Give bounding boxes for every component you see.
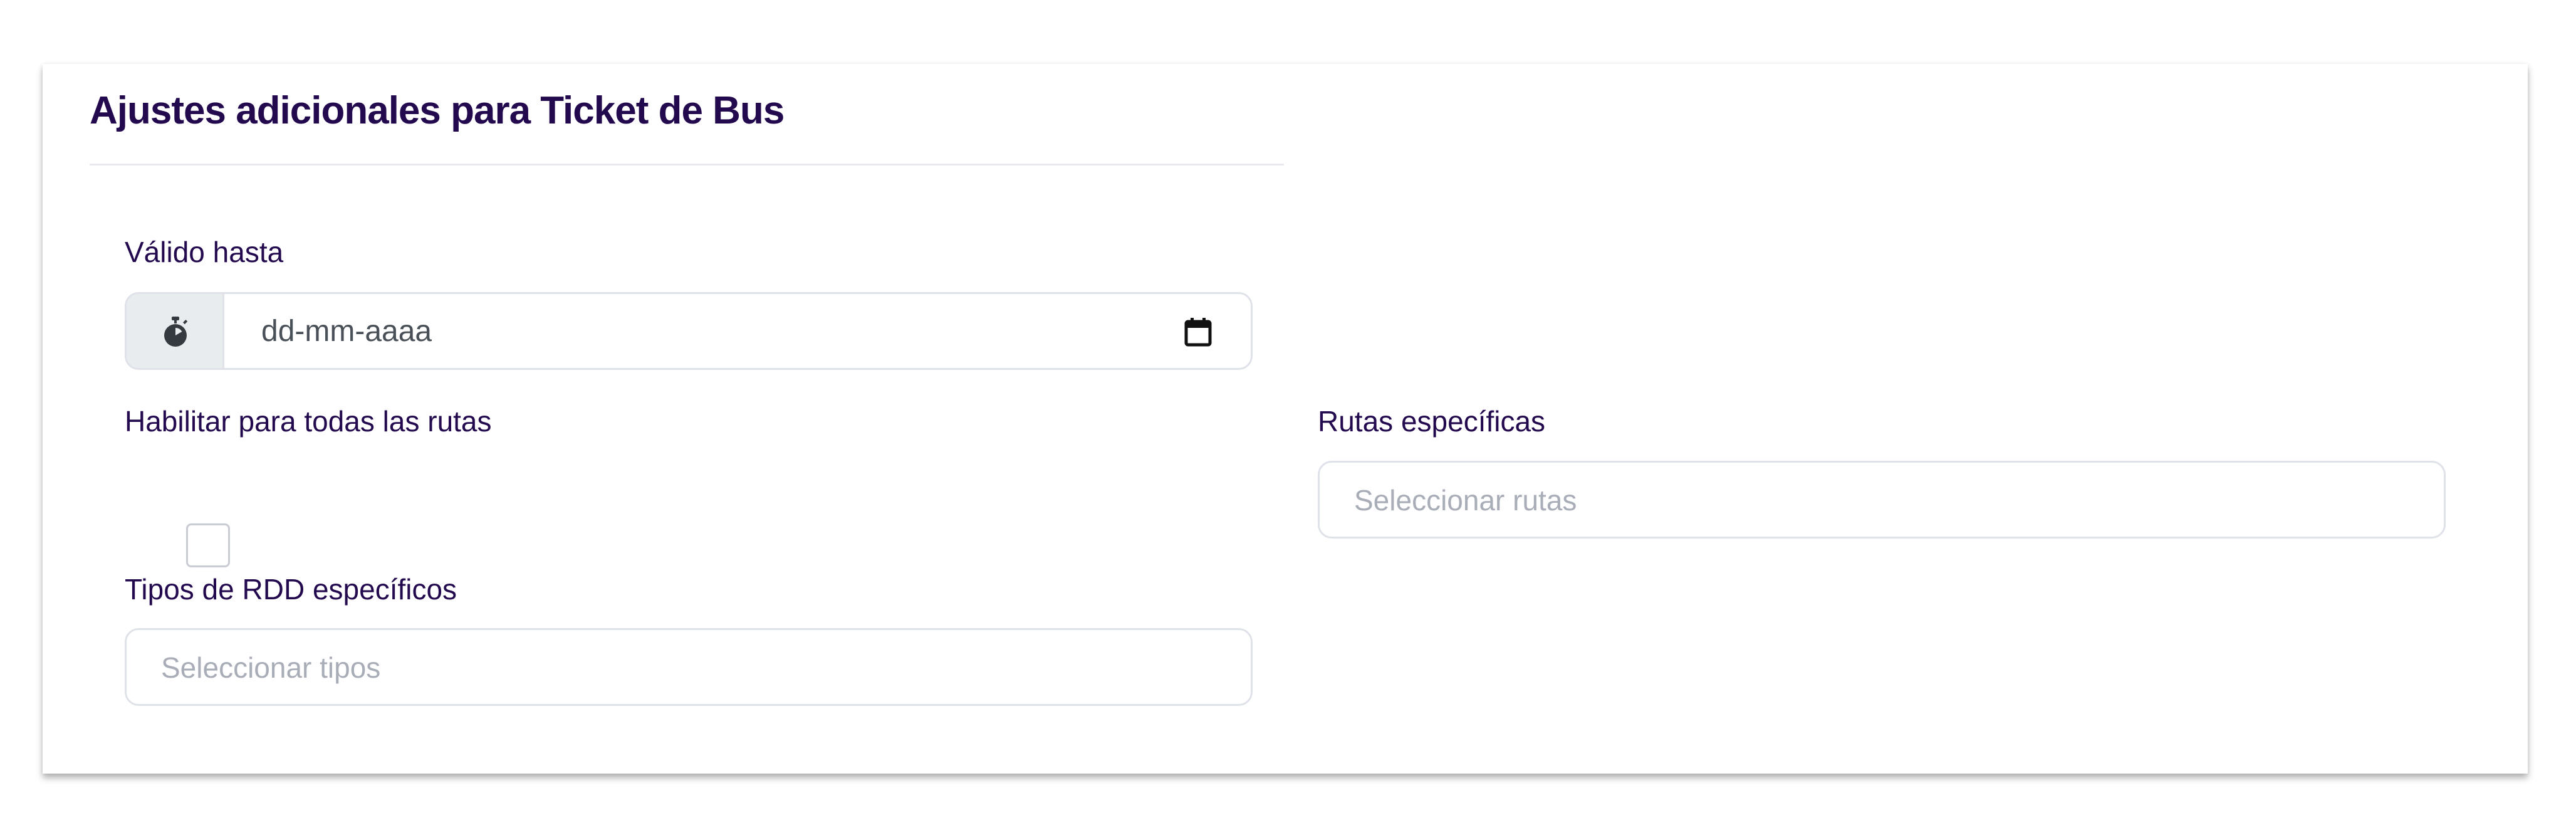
rdd-types-select[interactable]: Seleccionar tipos [125, 628, 1253, 706]
date-placeholder: dd-mm-aaaa [261, 315, 432, 348]
valid-until-date-input[interactable]: dd-mm-aaaa [125, 292, 1253, 370]
calendar-icon[interactable] [1183, 317, 1213, 348]
all-routes-label: Habilitar para todas las rutas [125, 405, 492, 438]
section-title: Ajustes adicionales para Ticket de Bus [90, 89, 785, 132]
stopwatch-icon [164, 317, 188, 347]
specific-routes-placeholder: Seleccionar rutas [1354, 484, 1577, 517]
rdd-types-placeholder: Seleccionar tipos [161, 651, 381, 684]
additional-settings-card: Ajustes adicionales para Ticket de Bus V… [43, 64, 2528, 774]
rdd-types-label: Tipos de RDD específicos [125, 573, 457, 606]
specific-routes-label: Rutas específicas [1318, 405, 1546, 438]
date-addon [127, 294, 224, 368]
valid-until-label: Válido hasta [125, 236, 284, 268]
all-routes-checkbox[interactable] [186, 523, 230, 567]
title-divider [90, 164, 1284, 165]
specific-routes-select[interactable]: Seleccionar rutas [1318, 461, 2446, 538]
